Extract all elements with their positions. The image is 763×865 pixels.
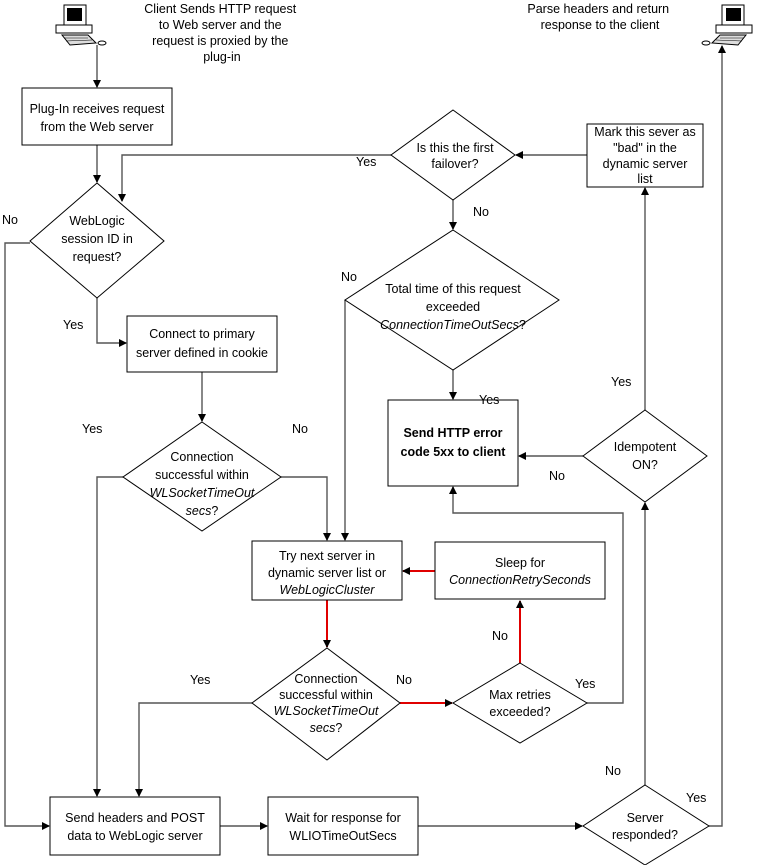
- label-max-retries-yes: Yes: [575, 677, 595, 691]
- plugin-receives-box: Plug-In receives request from the Web ser…: [21, 87, 173, 146]
- session-id-decision: WebLogic session ID in request?: [29, 182, 165, 299]
- label-idempotent-no: No: [549, 469, 565, 483]
- client-computer-return-icon: [701, 4, 753, 46]
- flowchart: Client Sends HTTP request to Web server …: [2, 2, 753, 865]
- label-max-retries-no: No: [492, 629, 508, 643]
- label-idempotent-yes: Yes: [611, 375, 631, 389]
- label-conn2-yes: Yes: [190, 673, 210, 687]
- connection-success-decision-1: Connection successful within WLSocketTimeO…: [122, 421, 282, 532]
- send-error-box: Send HTTP error code 5xx to client: [387, 399, 519, 487]
- label-conn2-no: No: [396, 673, 412, 687]
- label-conn1-no: No: [292, 422, 308, 436]
- client-end-text: Parse headers and return response to the…: [527, 2, 672, 32]
- label-responded-no: No: [605, 764, 621, 778]
- svg-text:Try next server indynamic serv: Try next server in dynamic server list or…: [268, 549, 386, 597]
- first-failover-decision: Is this the first failover?: [390, 109, 516, 201]
- label-conn1-yes: Yes: [82, 422, 102, 436]
- idempotent-decision: Idempotent ON?: [582, 409, 708, 503]
- client-computer-icon: [55, 4, 107, 46]
- label-responded-yes: Yes: [686, 791, 706, 805]
- max-retries-decision: Max retries exceeded?: [452, 662, 588, 744]
- label-first-failover-yes: Yes: [356, 155, 376, 169]
- try-next-server-box: Try next server in dynamic server list or…: [251, 540, 403, 601]
- mark-bad-box: Mark this sever as "bad" in the dynamic se…: [586, 123, 704, 188]
- label-total-time-no: No: [341, 270, 357, 284]
- wait-response-box: Wait for response for WLIOTimeOutSecs: [267, 796, 419, 856]
- sleep-box: Sleep for ConnectionRetrySeconds: [434, 541, 606, 600]
- connect-primary-box: Connect to primary server defined in cook…: [126, 315, 278, 373]
- connection-success-decision-2: Connection successful within WLSocketTimeO…: [251, 647, 401, 761]
- label-first-failover-no: No: [473, 205, 489, 219]
- client-start-text: Client Sends HTTP request to Web server …: [144, 2, 299, 64]
- label-total-time-yes: Yes: [479, 393, 499, 407]
- send-headers-box: Send headers and POST data to WebLogic se…: [49, 796, 221, 856]
- label-session-no: No: [2, 213, 18, 227]
- label-session-yes: Yes: [63, 318, 83, 332]
- total-time-decision: Total time of this request exceeded Connec…: [344, 229, 560, 371]
